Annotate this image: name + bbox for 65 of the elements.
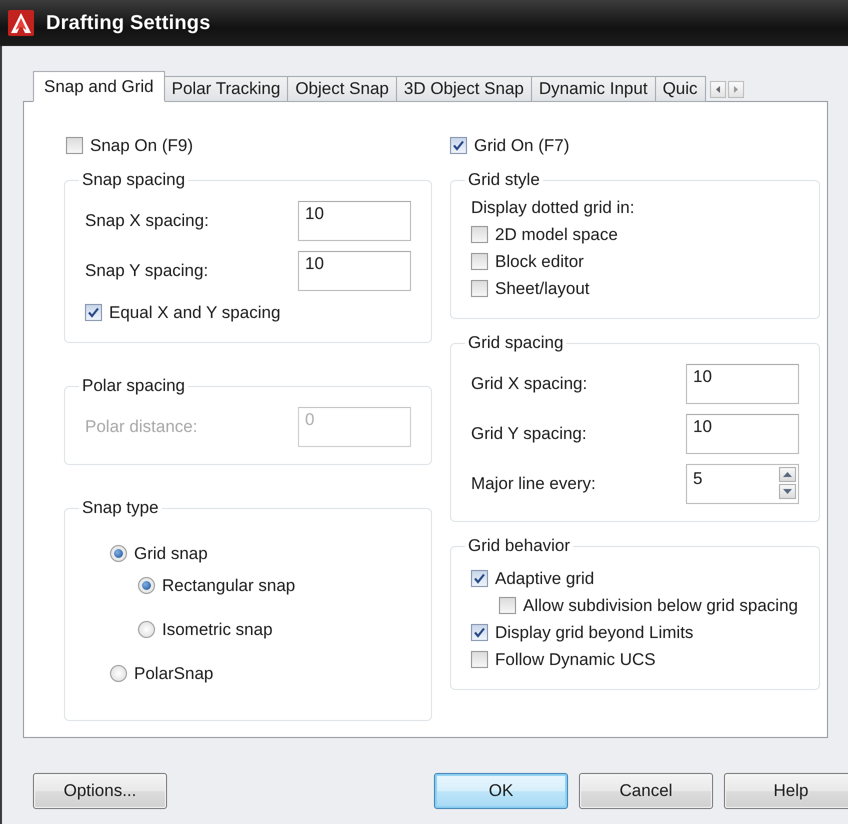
checkbox[interactable] bbox=[471, 651, 488, 668]
spin-up-button[interactable] bbox=[779, 467, 796, 482]
window-title: Drafting Settings bbox=[46, 12, 211, 34]
group-title: Grid spacing bbox=[467, 333, 564, 353]
checkbox-label[interactable]: Snap On (F9) bbox=[90, 136, 193, 156]
checkbox-label[interactable]: 2D model space bbox=[495, 225, 618, 245]
group-title: Snap type bbox=[81, 498, 160, 518]
group-title: Polar spacing bbox=[81, 376, 186, 396]
radio-label[interactable]: Isometric snap bbox=[162, 620, 273, 640]
tab[interactable]: Dynamic Input bbox=[532, 76, 656, 102]
group-title: Grid behavior bbox=[467, 536, 572, 556]
right-triangle-icon bbox=[734, 86, 738, 92]
checkbox[interactable] bbox=[471, 624, 488, 641]
dialog-button[interactable]: OK bbox=[434, 773, 568, 809]
field-label: Major line every: bbox=[471, 474, 597, 494]
checkbox[interactable] bbox=[471, 226, 488, 243]
field-label: Polar distance: bbox=[85, 417, 198, 437]
down-triangle-icon bbox=[783, 489, 792, 494]
field-label: Snap X spacing: bbox=[85, 211, 210, 231]
scroll-left-button[interactable] bbox=[710, 80, 726, 98]
field-label: Snap Y spacing: bbox=[85, 261, 210, 281]
checkbox-label[interactable]: Adaptive grid bbox=[495, 569, 594, 589]
radio-button[interactable] bbox=[138, 577, 155, 594]
checkbox-label[interactable]: Follow Dynamic UCS bbox=[495, 650, 656, 670]
dialog-button[interactable]: Options... bbox=[33, 773, 167, 809]
radio-label[interactable]: Rectangular snap bbox=[162, 576, 296, 596]
input-field[interactable]: 10 bbox=[686, 364, 799, 404]
checkbox[interactable] bbox=[471, 570, 488, 587]
left-triangle-icon bbox=[716, 86, 720, 92]
radio-button[interactable] bbox=[110, 545, 127, 562]
checkbox-label[interactable]: Display grid beyond Limits bbox=[495, 623, 694, 643]
checkbox-label[interactable]: Sheet/layout bbox=[495, 279, 590, 299]
field-label: Grid Y spacing: bbox=[471, 424, 588, 444]
checkbox-label[interactable]: Equal X and Y spacing bbox=[109, 303, 280, 323]
checkbox-label[interactable]: Grid On (F7) bbox=[474, 136, 570, 156]
tab[interactable]: 3D Object Snap bbox=[396, 76, 532, 102]
scroll-right-button[interactable] bbox=[728, 80, 744, 98]
tab[interactable]: Polar Tracking bbox=[164, 76, 288, 102]
spin-down-button[interactable] bbox=[779, 484, 796, 499]
checkbox-label[interactable]: Block editor bbox=[495, 252, 584, 272]
checkbox[interactable] bbox=[450, 137, 467, 154]
tab[interactable]: Snap and Grid bbox=[33, 71, 165, 102]
checkbox-label[interactable]: Allow subdivision below grid spacing bbox=[523, 596, 798, 616]
radio-label[interactable]: PolarSnap bbox=[134, 664, 214, 684]
checkbox[interactable] bbox=[85, 304, 102, 321]
radio-button[interactable] bbox=[110, 665, 127, 682]
input-field[interactable]: 10 bbox=[686, 414, 799, 454]
checkbox[interactable] bbox=[471, 280, 488, 297]
tab[interactable]: Object Snap bbox=[288, 76, 397, 102]
up-triangle-icon bbox=[783, 472, 792, 477]
checkbox[interactable] bbox=[471, 253, 488, 270]
input-field[interactable]: 10 bbox=[298, 251, 411, 291]
group-title: Snap spacing bbox=[81, 170, 186, 190]
tab[interactable]: Quic bbox=[656, 76, 706, 102]
group-title: Grid style bbox=[467, 170, 541, 190]
app-logo-icon bbox=[8, 10, 34, 36]
dialog-button[interactable]: Help bbox=[724, 773, 848, 809]
dialog-button[interactable]: Cancel bbox=[579, 773, 713, 809]
checkbox[interactable] bbox=[499, 597, 516, 614]
field-label: Grid X spacing: bbox=[471, 374, 588, 394]
caption-text: Display dotted grid in: bbox=[471, 198, 636, 218]
input-field[interactable]: 10 bbox=[298, 201, 411, 241]
radio-label[interactable]: Grid snap bbox=[134, 544, 208, 564]
radio-button[interactable] bbox=[138, 621, 155, 638]
checkbox[interactable] bbox=[66, 137, 83, 154]
